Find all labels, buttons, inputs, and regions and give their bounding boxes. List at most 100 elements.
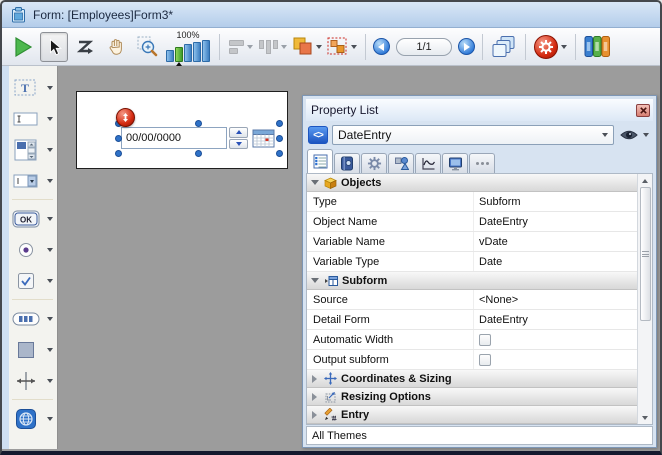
chevron-down-icon[interactable] [47, 348, 53, 352]
expand-triangle-icon[interactable] [312, 375, 317, 383]
expand-triangle-icon[interactable] [312, 393, 317, 401]
zoom-tool-button[interactable] [133, 32, 161, 62]
property-row-source[interactable]: Source <None> [307, 290, 637, 310]
zoom-bars[interactable] [166, 40, 210, 62]
library-books-button[interactable] [583, 32, 612, 62]
selection-handle[interactable] [195, 120, 202, 127]
spinner-up-button[interactable] [229, 127, 248, 138]
spinner-down-button[interactable] [229, 139, 248, 150]
selection-handle[interactable] [115, 135, 122, 142]
splitter-tool-button[interactable] [12, 365, 55, 396]
selection-handle[interactable] [195, 150, 202, 157]
property-row-object-name[interactable]: Object Name DateEntry [307, 212, 637, 232]
zoom-bar-800[interactable] [202, 40, 210, 62]
themes-footer[interactable]: All Themes [306, 426, 653, 445]
checkbox-unchecked[interactable] [479, 354, 491, 366]
zoom-bar-200[interactable] [184, 44, 192, 62]
property-value[interactable]: DateEntry [473, 310, 637, 329]
zoom-bar-400[interactable] [193, 42, 201, 62]
section-header-objects[interactable]: Objects [307, 174, 637, 192]
property-value[interactable]: DateEntry [473, 212, 637, 231]
collapse-triangle-icon[interactable] [311, 180, 319, 185]
view-options-button[interactable] [618, 129, 651, 141]
zoom-bar-100-active[interactable] [175, 47, 183, 62]
property-row-variable-name[interactable]: Variable Name vDate [307, 232, 637, 252]
chevron-down-icon[interactable] [47, 248, 53, 252]
input-field-tool-button[interactable] [12, 103, 55, 134]
zoom-bar-50[interactable] [166, 50, 174, 62]
section-header-subform[interactable]: Subform [307, 272, 637, 290]
scrollbar-thumb[interactable] [640, 187, 651, 321]
tab-description[interactable] [334, 153, 360, 173]
display-pages-button[interactable] [490, 32, 518, 62]
property-row-automatic-width[interactable]: Automatic Width [307, 330, 637, 350]
property-grid-scrollbar[interactable] [637, 174, 652, 424]
section-header-entry[interactable]: Entry [307, 406, 637, 424]
radio-button-tool-button[interactable] [12, 234, 55, 265]
group-dropdown-button[interactable] [326, 32, 358, 62]
entry-order-tool-button[interactable] [71, 32, 99, 62]
form-properties-gear-button[interactable] [533, 32, 568, 62]
date-spinner[interactable] [229, 127, 248, 149]
button-grid-tool-button[interactable] [12, 303, 55, 334]
property-value[interactable]: vDate [473, 232, 637, 251]
property-value[interactable]: Date [473, 252, 637, 271]
expand-triangle-icon[interactable] [312, 411, 317, 419]
pan-hand-tool-button[interactable] [102, 32, 130, 62]
calendar-picker-button[interactable] [251, 126, 276, 150]
checkbox-tool-button[interactable] [12, 265, 55, 296]
distribute-dropdown-button[interactable] [258, 32, 288, 62]
scroll-up-button[interactable] [638, 174, 652, 187]
tab-events[interactable] [415, 153, 441, 173]
collapse-triangle-icon[interactable] [311, 278, 319, 283]
chevron-down-icon[interactable] [47, 379, 53, 383]
property-row-type[interactable]: Type Subform [307, 192, 637, 212]
tab-more[interactable] [469, 153, 495, 173]
tab-display[interactable] [442, 153, 468, 173]
previous-page-button[interactable] [373, 38, 390, 55]
chevron-down-icon[interactable] [47, 279, 53, 283]
combobox-tool-button[interactable] [12, 165, 55, 196]
move-level-dropdown-button[interactable] [291, 32, 323, 62]
chevron-down-icon[interactable] [47, 417, 53, 421]
web-area-tool-button[interactable] [12, 403, 55, 434]
selection-handle[interactable] [276, 150, 283, 157]
chevron-down-icon[interactable] [47, 217, 53, 221]
subform-icon [324, 275, 338, 287]
button-tool-button[interactable]: OK [12, 203, 55, 234]
chevron-down-icon[interactable] [47, 179, 53, 183]
scroll-down-button[interactable] [638, 411, 652, 424]
select-tool-button[interactable] [40, 32, 68, 62]
rectangle-tool-button[interactable] [12, 334, 55, 365]
property-value[interactable]: Subform [473, 192, 637, 211]
chevron-down-icon[interactable] [47, 86, 53, 90]
property-value[interactable]: <None> [473, 290, 637, 309]
form-page-area[interactable]: 00/00/0000 [76, 91, 288, 169]
page-indicator[interactable]: 1/1 [396, 38, 452, 56]
chevron-down-icon[interactable] [47, 317, 53, 321]
run-form-button[interactable] [9, 32, 37, 62]
section-header-resizing[interactable]: Resizing Options [307, 388, 637, 406]
tab-property-list[interactable] [307, 149, 333, 173]
property-row-output-subform[interactable]: Output subform [307, 350, 637, 370]
section-header-coordinates[interactable]: Coordinates & Sizing [307, 370, 637, 388]
tab-settings[interactable] [361, 153, 387, 173]
selection-handle[interactable] [276, 135, 283, 142]
close-button[interactable] [636, 104, 650, 117]
listbox-tool-button[interactable] [12, 134, 55, 165]
checkbox-unchecked[interactable] [479, 334, 491, 346]
next-page-button[interactable] [458, 38, 475, 55]
selection-handle[interactable] [115, 150, 122, 157]
chevron-down-icon[interactable] [47, 117, 53, 121]
selection-handle[interactable] [276, 120, 283, 127]
tab-objects[interactable] [388, 153, 414, 173]
property-list-title-bar[interactable]: Property List [306, 99, 653, 121]
zoom-level-control[interactable]: 100% [166, 31, 210, 62]
align-dropdown-button[interactable] [227, 32, 255, 62]
object-selector-combo[interactable]: DateEntry [332, 125, 614, 145]
property-row-detail-form[interactable]: Detail Form DateEntry [307, 310, 637, 330]
chevron-down-icon[interactable] [47, 148, 53, 152]
property-row-variable-type[interactable]: Variable Type Date [307, 252, 637, 272]
date-entry-field[interactable]: 00/00/0000 [121, 127, 227, 149]
text-tool-button[interactable]: T [12, 72, 55, 103]
